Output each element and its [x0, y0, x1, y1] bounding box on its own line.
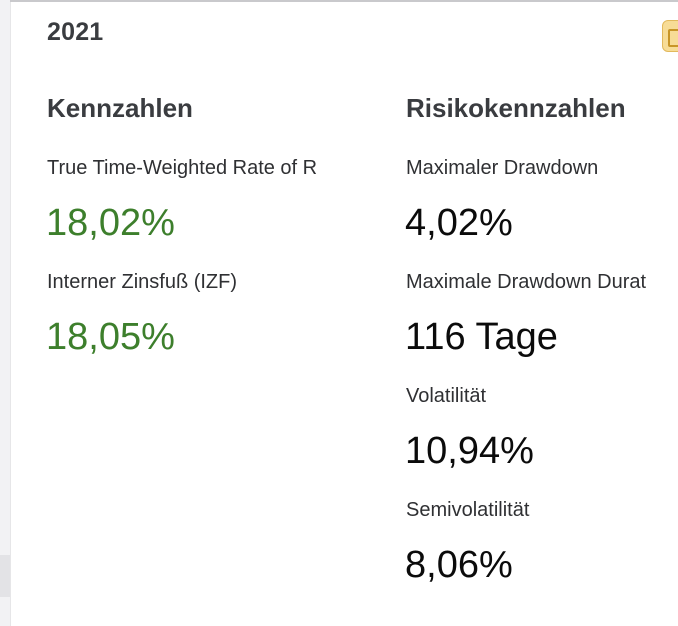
metric-label-max-drawdown-duration: Maximale Drawdown Durat [406, 271, 647, 293]
year-title: 2021 [47, 18, 104, 46]
metric-value-izf: 18,05% [46, 316, 175, 358]
metric-value-volatility: 10,94% [405, 430, 534, 472]
sidebar-edge [0, 0, 11, 626]
calendar-button[interactable] [662, 20, 678, 52]
sidebar-tab[interactable] [0, 555, 10, 597]
metric-value-semivolatility: 8,06% [405, 544, 513, 586]
metric-label-volatility: Volatilität [406, 385, 487, 407]
kennzahlen-heading: Kennzahlen [47, 93, 193, 123]
metric-label-max-drawdown: Maximaler Drawdown [406, 157, 599, 179]
metric-value-max-drawdown-duration: 116 Tage [405, 316, 558, 358]
metric-value-max-drawdown: 4,02% [405, 202, 513, 244]
metric-label-izf: Interner Zinsfuß (IZF) [47, 271, 238, 293]
metric-value-ttwror: 18,02% [46, 202, 175, 244]
risikokennzahlen-heading: Risikokennzahlen [406, 93, 626, 123]
calendar-icon [668, 29, 678, 47]
metric-label-semivolatility: Semivolatilität [406, 499, 530, 521]
panel-top-border [10, 0, 678, 2]
metric-label-ttwror: True Time-Weighted Rate of R [47, 157, 318, 179]
performance-panel: 2021 Kennzahlen True Time-Weighted Rate … [0, 0, 678, 626]
